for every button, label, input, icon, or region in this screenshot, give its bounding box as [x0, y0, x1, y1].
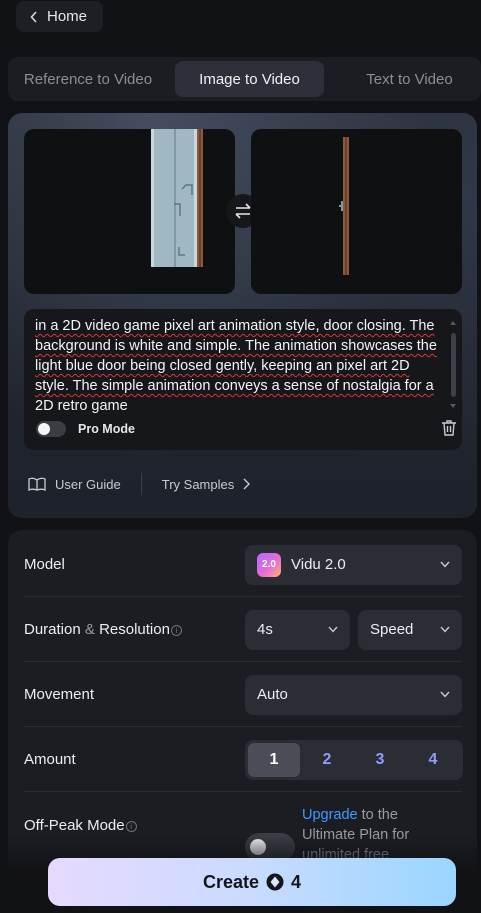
resolution-label: Resolution: [99, 621, 170, 638]
resolution-value: Speed: [370, 621, 414, 638]
try-samples-link[interactable]: Try Samples: [161, 476, 251, 492]
tab-reference-to-video[interactable]: Reference to Video: [8, 61, 168, 97]
duration-select[interactable]: 4s: [245, 609, 350, 650]
home-label: Home: [47, 8, 88, 25]
chevron-down-icon: [440, 691, 450, 698]
chevron-down-icon: [440, 561, 450, 568]
upgrade-link[interactable]: Upgrade: [302, 807, 358, 823]
amount-option-2[interactable]: 2: [301, 743, 353, 777]
model-select[interactable]: 2.0 Vidu 2.0: [245, 544, 462, 585]
pro-mode-toggle[interactable]: [36, 421, 66, 437]
model-value: Vidu 2.0: [291, 556, 346, 573]
generation-panel: in a 2D video game pixel art animation s…: [8, 113, 477, 518]
amount-option-4[interactable]: 4: [407, 743, 459, 777]
start-frame-image[interactable]: [24, 129, 235, 294]
chevron-right-icon: [243, 478, 251, 490]
tab-text-to-video[interactable]: Text to Video: [328, 61, 481, 97]
movement-value: Auto: [257, 686, 288, 703]
info-icon[interactable]: i: [125, 820, 137, 832]
ampersand: &: [84, 621, 95, 638]
end-frame-image[interactable]: [251, 129, 462, 294]
chevron-down-icon: [328, 626, 338, 633]
prompt-box[interactable]: in a 2D video game pixel art animation s…: [24, 309, 462, 450]
amount-option-1[interactable]: 1: [248, 743, 300, 777]
help-links: User Guide Try Samples: [28, 469, 251, 499]
user-guide-link[interactable]: User Guide: [28, 477, 121, 492]
info-icon[interactable]: i: [170, 624, 182, 636]
create-label: Create: [202, 871, 259, 892]
prompt-scrollbar[interactable]: [451, 333, 456, 397]
model-label: Model: [24, 556, 65, 573]
movement-select[interactable]: Auto: [245, 674, 462, 715]
create-cost: 4: [291, 871, 302, 892]
offpeak-label-text: Off-Peak Mode: [24, 817, 125, 834]
offpeak-label: Off-Peak Mode i: [24, 817, 137, 834]
pro-mode-label: Pro Mode: [78, 422, 135, 436]
mode-tabs: Reference to Video Image to Video Text t…: [8, 57, 481, 101]
duration-label: Duration: [24, 621, 81, 638]
duration-resolution-row: Duration & Resolution i 4s Speed: [24, 598, 462, 662]
duration-resolution-label: Duration & Resolution i: [24, 621, 182, 638]
book-icon: [28, 477, 46, 491]
swap-arrows-icon: [235, 203, 251, 219]
movement-label: Movement: [24, 686, 95, 703]
door-open-pixel-art: [151, 129, 203, 267]
tab-image-to-video[interactable]: Image to Video: [175, 61, 324, 97]
divider: [140, 473, 142, 495]
create-button[interactable]: Create 4: [48, 858, 456, 906]
scroll-down-arrow[interactable]: [450, 404, 456, 408]
scroll-up-arrow[interactable]: [450, 321, 456, 325]
movement-row: Movement Auto: [24, 663, 462, 727]
door-closed-pixel-art: [339, 137, 349, 275]
amount-row: Amount 1 2 3 4: [24, 728, 463, 792]
chevron-down-icon: [440, 626, 450, 633]
duration-value: 4s: [257, 621, 273, 638]
trash-icon[interactable]: [441, 419, 457, 437]
resolution-select[interactable]: Speed: [358, 609, 462, 650]
model-row: Model 2.0 Vidu 2.0: [24, 533, 462, 597]
amount-label: Amount: [24, 751, 76, 768]
amount-selector: 1 2 3 4: [245, 740, 463, 780]
prompt-textarea[interactable]: in a 2D video game pixel art animation s…: [35, 316, 443, 414]
try-samples-label: Try Samples: [161, 476, 235, 492]
user-guide-label: User Guide: [55, 476, 121, 492]
chevron-left-icon: [30, 10, 37, 23]
vidu-logo-icon: 2.0: [257, 552, 281, 577]
amount-option-3[interactable]: 3: [354, 743, 406, 777]
home-button[interactable]: Home: [16, 1, 103, 32]
credit-icon: [266, 873, 284, 891]
